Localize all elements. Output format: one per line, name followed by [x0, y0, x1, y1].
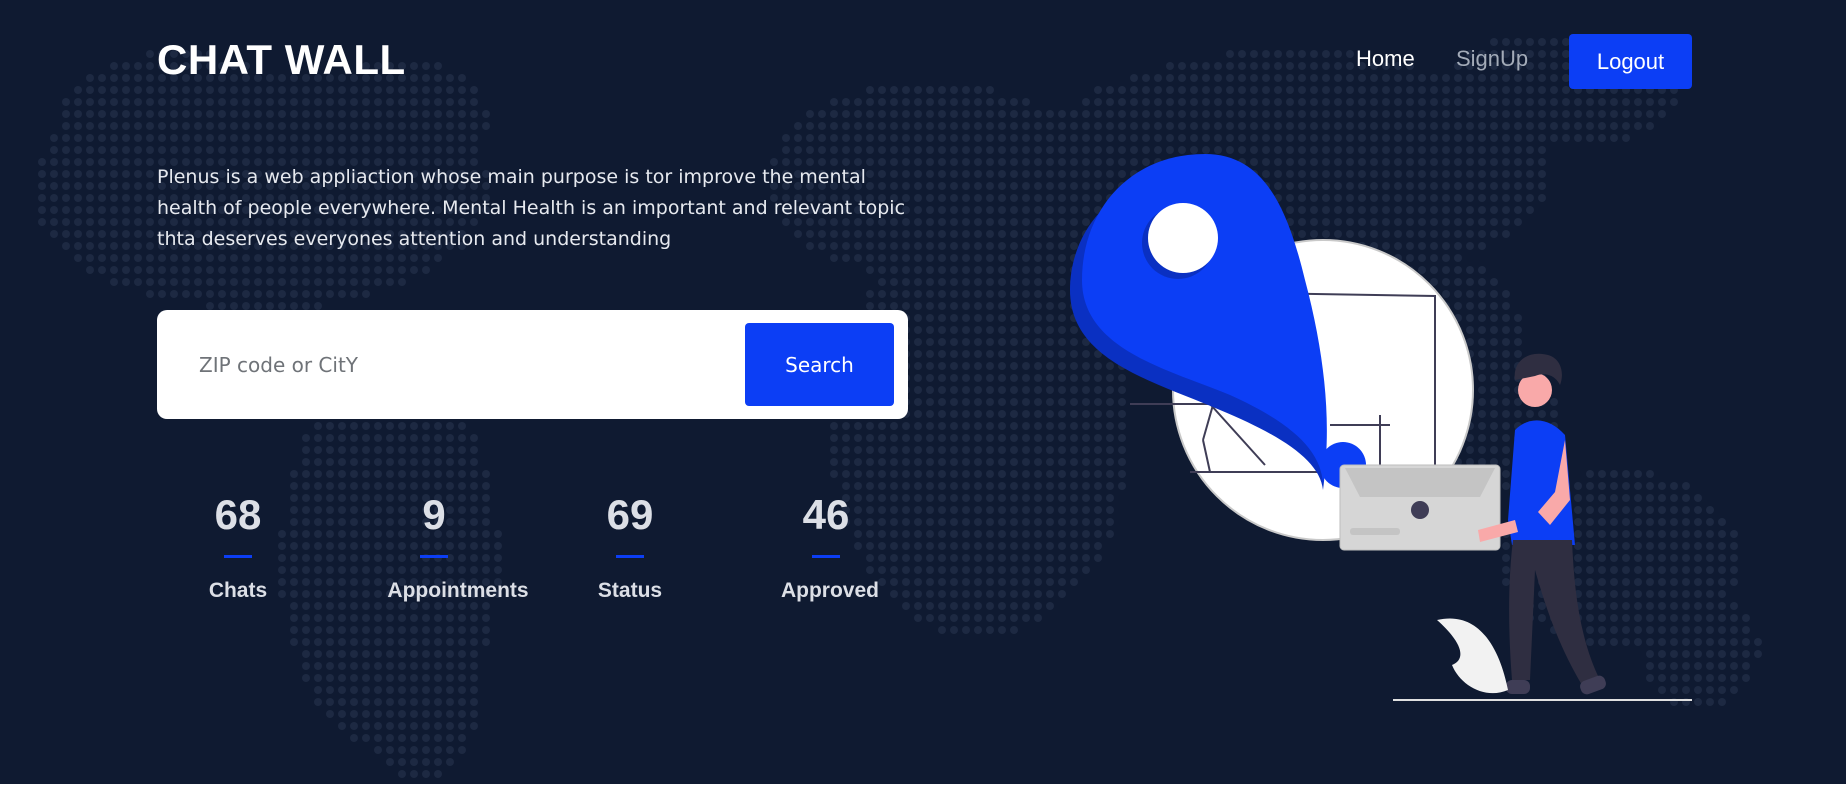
person-figure — [1478, 353, 1606, 695]
nav-signup-link[interactable]: SignUp — [1456, 46, 1528, 72]
stat-label: Status — [597, 579, 663, 602]
stat-appointments: 9 Appointments — [334, 491, 534, 603]
stat-value: 68 — [214, 491, 262, 538]
location-pin-illustration — [1070, 154, 1692, 701]
stat-divider — [616, 555, 644, 558]
stat-approved: 46 Approved — [726, 491, 926, 603]
zip-city-search-input[interactable] — [197, 332, 721, 398]
stat-label: Chats — [208, 579, 268, 602]
stat-divider — [812, 555, 840, 558]
stat-value: 69 — [606, 491, 654, 538]
stat-chats: 68 Chats — [138, 491, 338, 603]
logout-button[interactable]: Logout — [1569, 34, 1692, 89]
search-box: Search — [157, 310, 908, 419]
stat-value: 9 — [422, 491, 446, 538]
brand-logo[interactable]: CHAT WALL — [157, 36, 406, 84]
stat-divider — [420, 555, 448, 558]
stat-divider — [224, 555, 252, 558]
search-button[interactable]: Search — [745, 323, 894, 406]
hero-section: CHAT WALL Home SignUp Logout Plenus is a… — [0, 0, 1846, 784]
intro-description: Plenus is a web appliaction whose main p… — [157, 166, 906, 250]
stat-label: Appointments — [387, 579, 529, 602]
plant-leaf — [1437, 618, 1508, 694]
nav-home-link[interactable]: Home — [1356, 46, 1415, 72]
pin-hole — [1148, 203, 1218, 273]
stat-label: Approved — [780, 579, 879, 602]
stat-status: 69 Status — [530, 491, 730, 603]
stat-value: 46 — [802, 491, 850, 538]
